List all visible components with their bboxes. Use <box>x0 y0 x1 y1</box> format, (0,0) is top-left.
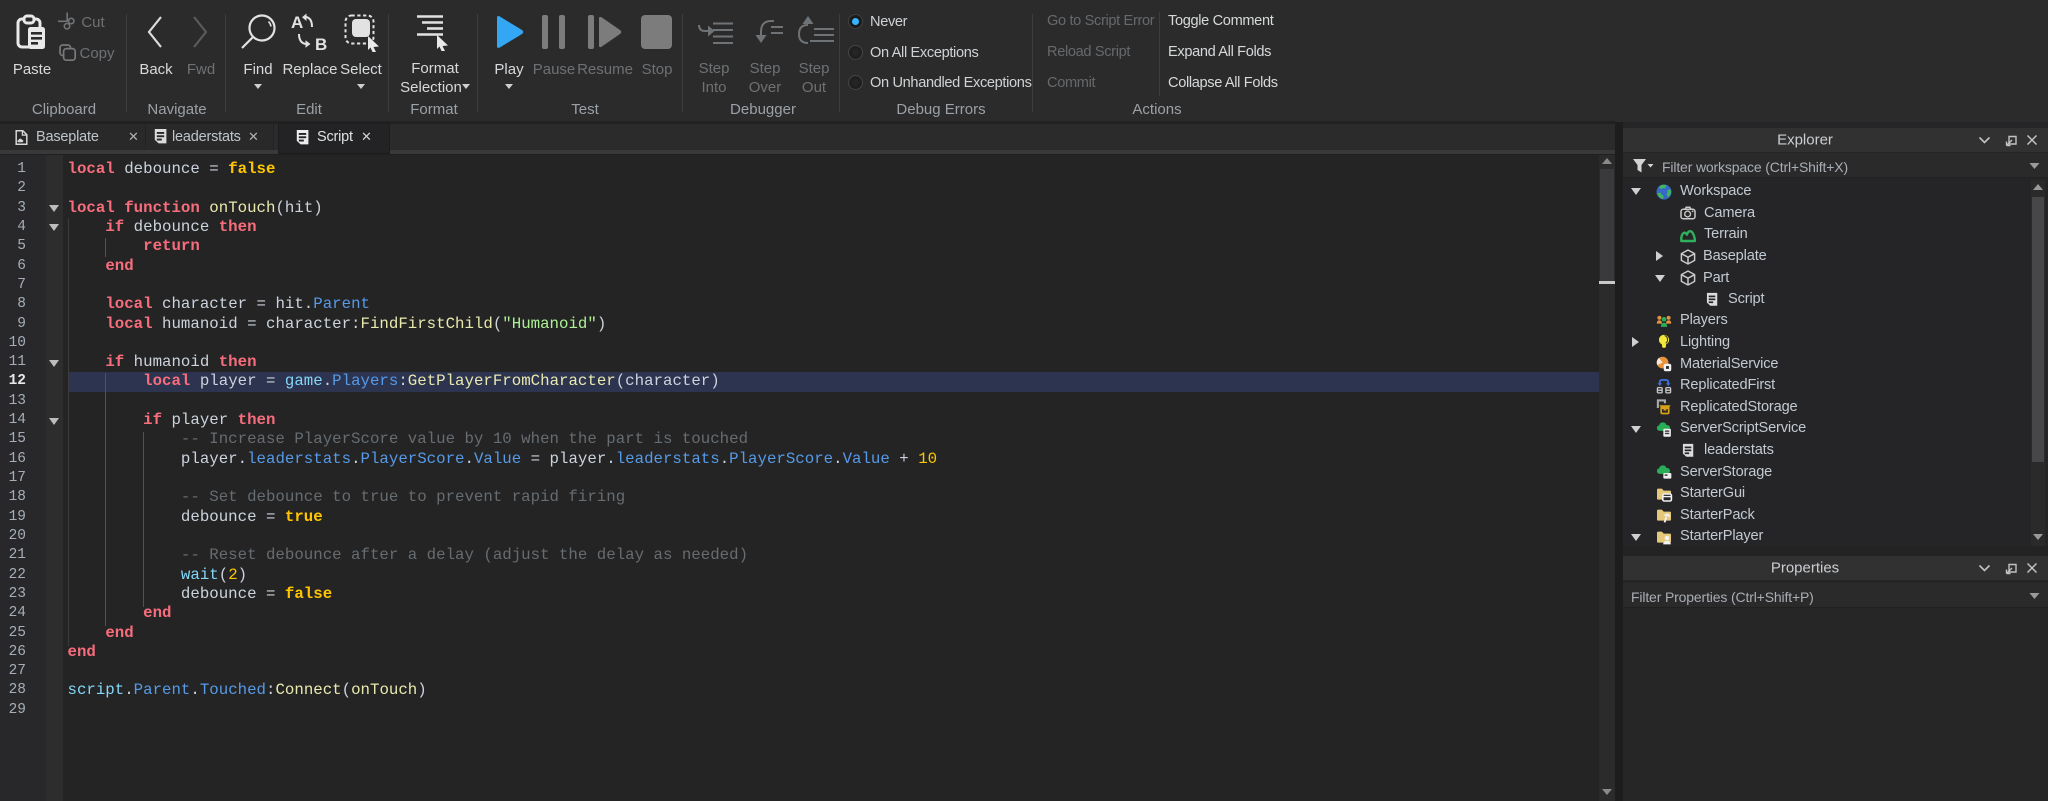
svg-text:B: B <box>315 35 327 54</box>
svg-text:A: A <box>291 13 303 32</box>
